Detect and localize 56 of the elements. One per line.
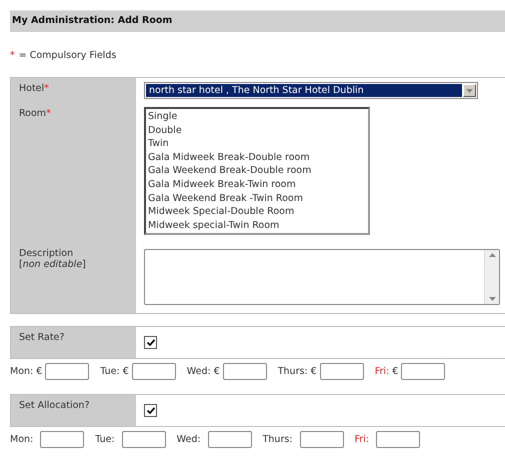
- currency-symbol: €: [310, 366, 317, 378]
- input-field[interactable]: [208, 431, 252, 448]
- legend-text: = Compulsory Fields: [18, 50, 116, 61]
- checkbox[interactable]: [144, 404, 157, 418]
- field-label: Set Rate?: [19, 332, 64, 344]
- list-option[interactable]: Midweek special-Twin Room: [148, 218, 366, 232]
- currency-symbol: €: [214, 366, 220, 378]
- day-label: Fri:: [374, 366, 390, 378]
- day-label: Wed:: [186, 366, 211, 378]
- list-option[interactable]: Twin: [148, 137, 366, 151]
- day-label: Thurs:: [262, 434, 292, 446]
- page-title: My Administration: Add Room: [10, 10, 505, 32]
- input-field[interactable]: [376, 431, 420, 448]
- list-option[interactable]: Double: [148, 124, 366, 138]
- day-label: Fri:: [354, 434, 370, 446]
- room-list[interactable]: Single Double Twin Gala Midweek Break-Double room Gala Weekend Break-Double room Gala Midweek Break-Twin room Gala Weekend Break -Twin Room Midweek Special-Double Room Midweek special-Twin Room: [144, 107, 370, 236]
- hotel-select[interactable]: north star hotel , The North Star Hotel Dublin: [144, 82, 478, 99]
- required-mark: *: [10, 50, 15, 61]
- list-option[interactable]: Gala Weekend Break-Double room: [148, 164, 366, 178]
- list-option[interactable]: Gala Midweek Break-Double room: [148, 150, 366, 164]
- field-label: Description: [19, 248, 74, 260]
- list-option[interactable]: Gala Weekend Break -Twin Room: [148, 192, 366, 206]
- required-mark: *: [44, 83, 49, 94]
- currency-symbol: €: [36, 366, 42, 378]
- description-field[interactable]: [144, 249, 500, 306]
- input-field[interactable]: [132, 363, 176, 380]
- field-label: Set Allocation?: [19, 400, 90, 412]
- day-label: Mon:: [10, 434, 34, 446]
- input-field[interactable]: [320, 363, 364, 380]
- list-option[interactable]: Midweek Special-Double Room: [148, 205, 366, 219]
- dropdown-arrow-icon[interactable]: [466, 88, 473, 92]
- input-field[interactable]: [45, 363, 90, 380]
- input-field[interactable]: [222, 363, 267, 380]
- scroll-up-icon[interactable]: [488, 253, 496, 258]
- required-mark: *: [46, 108, 51, 119]
- input-field[interactable]: [401, 363, 446, 380]
- day-label: Tue:: [100, 366, 120, 378]
- scroll-down-icon[interactable]: [488, 297, 496, 302]
- currency-symbol: €: [392, 366, 398, 378]
- input-field[interactable]: [300, 431, 344, 448]
- currency-symbol: €: [122, 366, 129, 378]
- check-icon: [146, 339, 154, 346]
- day-label: Wed:: [176, 434, 201, 446]
- day-label: Thurs:: [278, 366, 308, 378]
- day-label: Mon:: [10, 366, 34, 378]
- input-field[interactable]: [122, 431, 166, 448]
- scrollbar[interactable]: [484, 250, 499, 304]
- day-label: Tue:: [95, 434, 115, 446]
- list-option[interactable]: Single: [148, 110, 366, 124]
- field-label: Room: [19, 108, 46, 119]
- checkbox[interactable]: [144, 336, 157, 350]
- field-label: Hotel: [19, 83, 44, 94]
- check-icon: [146, 407, 154, 414]
- input-field[interactable]: [40, 431, 84, 448]
- list-option[interactable]: Gala Midweek Break-Twin room: [148, 178, 366, 192]
- field-note: [non editable]: [19, 259, 86, 270]
